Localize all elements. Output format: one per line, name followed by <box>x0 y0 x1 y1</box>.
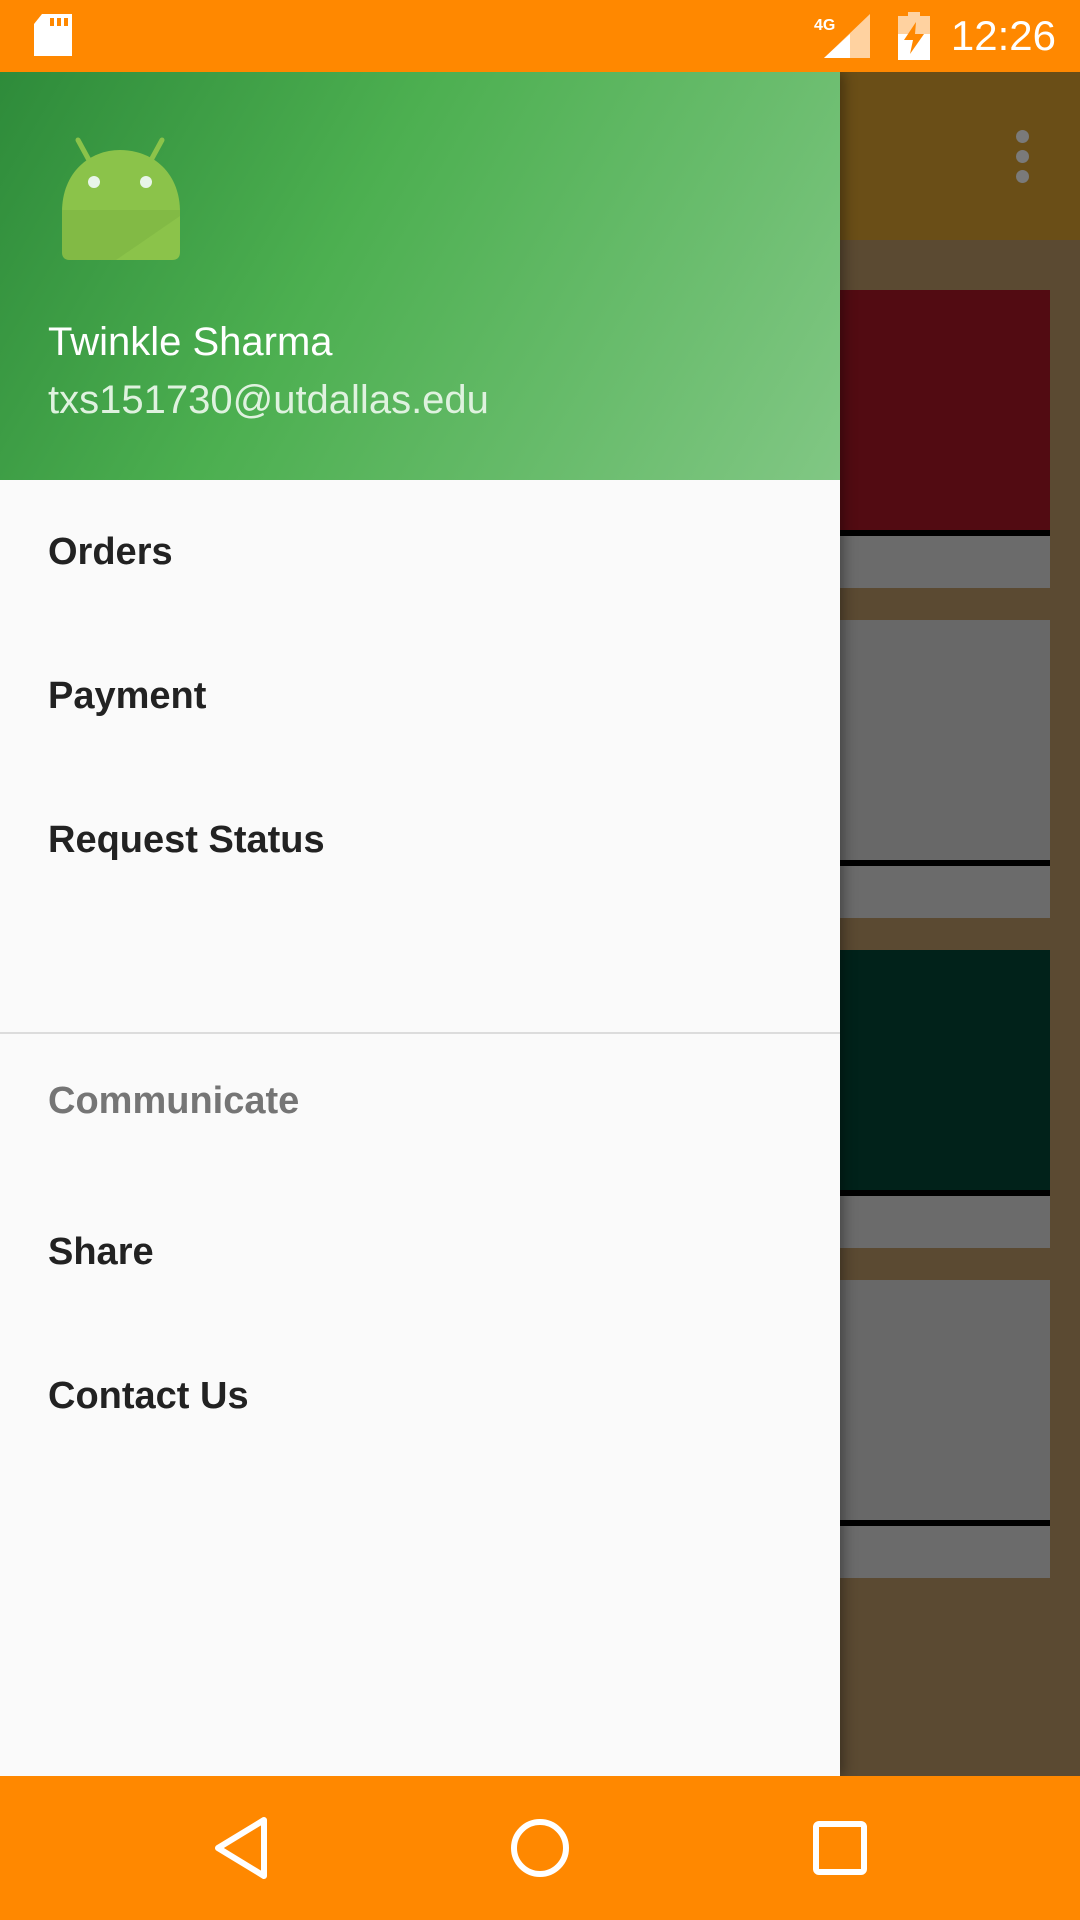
menu-item-request-status[interactable]: Request Status <box>0 768 840 912</box>
menu-divider <box>0 1032 840 1034</box>
back-icon[interactable] <box>208 1814 276 1882</box>
menu-item-label: Share <box>48 1230 154 1273</box>
home-icon[interactable] <box>506 1814 574 1882</box>
menu-item-label: Request Status <box>48 818 325 861</box>
menu-item-label: Contact Us <box>48 1374 249 1417</box>
overflow-menu-icon[interactable] <box>1016 130 1030 183</box>
background-card[interactable] <box>840 290 1050 588</box>
card-image <box>840 290 1050 530</box>
section-header-communicate: Communicate <box>48 1080 300 1122</box>
cellular-signal-icon: 4G <box>814 14 870 58</box>
menu-item-share[interactable]: Share <box>0 1180 840 1324</box>
menu-item-orders[interactable]: Orders <box>0 480 840 624</box>
drawer-header: Twinkle Sharma txs151730@utdallas.edu <box>0 72 840 480</box>
menu-item-contact-us[interactable]: Contact Us <box>0 1324 840 1468</box>
background-card[interactable] <box>840 950 1050 1248</box>
system-navigation-bar <box>0 1776 1080 1920</box>
background-card[interactable] <box>840 620 1050 918</box>
clock: 12:26 <box>950 12 1056 59</box>
menu-item-label: Payment <box>48 674 207 717</box>
network-type: 4G <box>814 17 835 34</box>
navigation-drawer: Twinkle Sharma txs151730@utdallas.edu Or… <box>0 72 840 1776</box>
menu-item-label: Orders <box>48 530 173 573</box>
recents-icon[interactable] <box>806 1814 874 1882</box>
card-image <box>840 950 1050 1190</box>
menu-item-payment[interactable]: Payment <box>0 624 840 768</box>
android-logo-icon <box>62 137 180 260</box>
card-image <box>840 620 1050 860</box>
user-name: Twinkle Sharma <box>48 320 333 364</box>
user-email: txs151730@utdallas.edu <box>48 378 489 422</box>
card-image <box>840 1280 1050 1520</box>
battery-charging-icon <box>898 12 930 60</box>
sd-card-icon <box>34 14 72 56</box>
background-card[interactable] <box>840 1280 1050 1578</box>
status-bar: 4G 12:26 <box>0 0 1080 72</box>
